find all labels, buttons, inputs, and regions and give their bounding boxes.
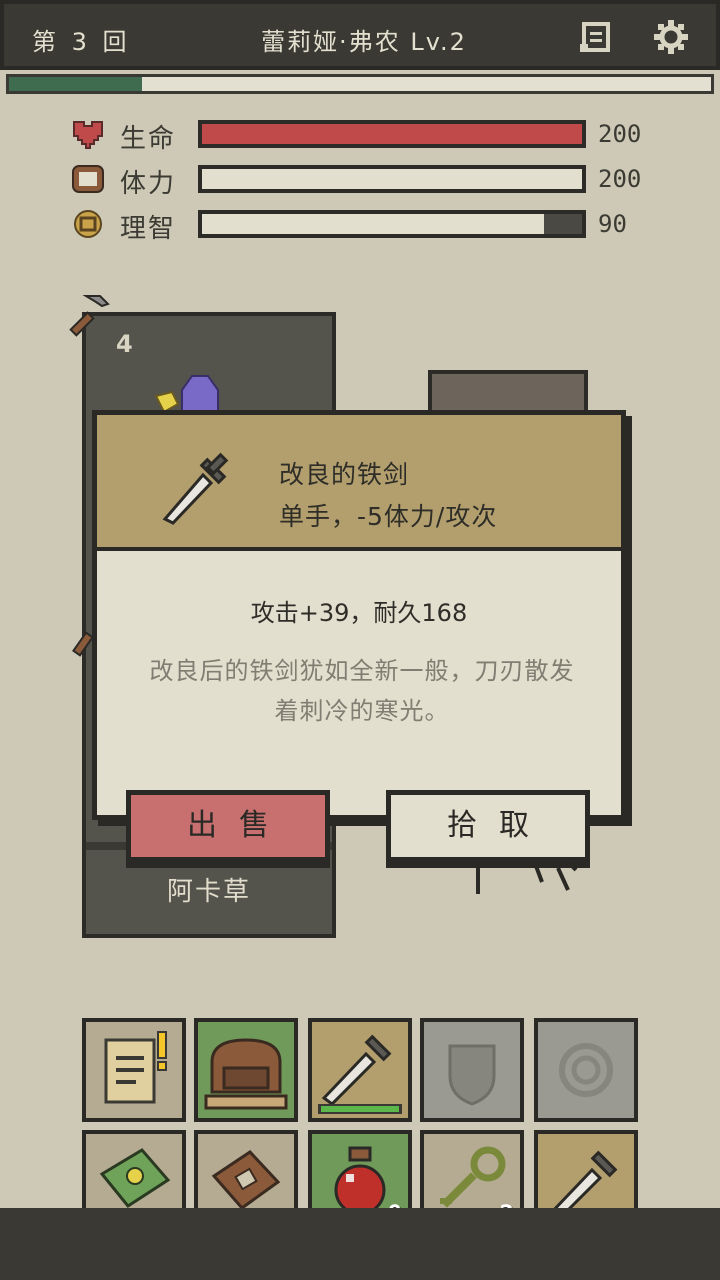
stat-value: 200: [598, 165, 642, 193]
sanity-icon: [74, 210, 102, 238]
stat-label: 体力: [120, 169, 177, 199]
item-title: 改良的铁剑: [279, 460, 410, 489]
stat-value: 200: [598, 120, 642, 148]
scroll-icon[interactable]: [578, 18, 616, 56]
item-subtitle: 单手，-5体力/攻次: [279, 502, 498, 531]
round-progress-fill: [9, 77, 143, 91]
bottom-bar: [0, 1208, 720, 1280]
item-stats: 攻击+39，耐久168: [250, 599, 468, 627]
stat-value: 90: [598, 210, 627, 238]
sell-button[interactable]: 出售: [126, 790, 330, 862]
stat-health: 生命 200: [70, 116, 690, 154]
pickaxe-icon: [69, 295, 110, 337]
stat-stamina: 体力 200: [70, 161, 690, 199]
inventory-slot-ring[interactable]: [534, 1018, 638, 1122]
stat-label: 理智: [120, 214, 177, 244]
stamina-icon: [72, 165, 104, 193]
quest-scroll-icon: [104, 1031, 167, 1104]
popup-header: 改良的铁剑 单手，-5体力/攻次: [97, 415, 621, 551]
gear-icon[interactable]: [652, 18, 690, 56]
stat-sanity: 理智 90: [70, 206, 690, 244]
sanity-bar: [198, 210, 586, 238]
item-popup: 改良的铁剑 单手，-5体力/攻次 攻击+39，耐久168 改良后的铁剑犹如全新一…: [92, 410, 626, 820]
card-count: 4: [116, 330, 133, 358]
take-button[interactable]: 拾取: [386, 790, 590, 862]
top-bar: 第 3 回 蕾莉娅·弗农 Lv.2: [0, 0, 720, 70]
item-description: 改良后的铁剑犹如全新一般，刀刃散发着刺冷的寒光。: [149, 657, 575, 725]
health-bar: [198, 120, 586, 148]
sword-icon: [318, 1034, 402, 1114]
sword-icon: [162, 452, 229, 525]
round-progress-bar: [6, 74, 714, 94]
stamina-bar: [198, 165, 586, 193]
inventory-slot-shield[interactable]: [420, 1018, 524, 1122]
card-name: 阿卡草: [166, 877, 251, 907]
inventory-slot-weapon[interactable]: [308, 1018, 412, 1122]
shield-icon: [448, 1044, 496, 1106]
stat-label: 生命: [120, 124, 177, 154]
inventory-slot-quest[interactable]: [82, 1018, 186, 1122]
inventory-slot-backpack[interactable]: [194, 1018, 298, 1122]
backpack-icon: [204, 1038, 288, 1110]
crack-decoration: [476, 862, 578, 894]
ring-icon: [559, 1043, 613, 1097]
heart-icon: [73, 121, 103, 149]
